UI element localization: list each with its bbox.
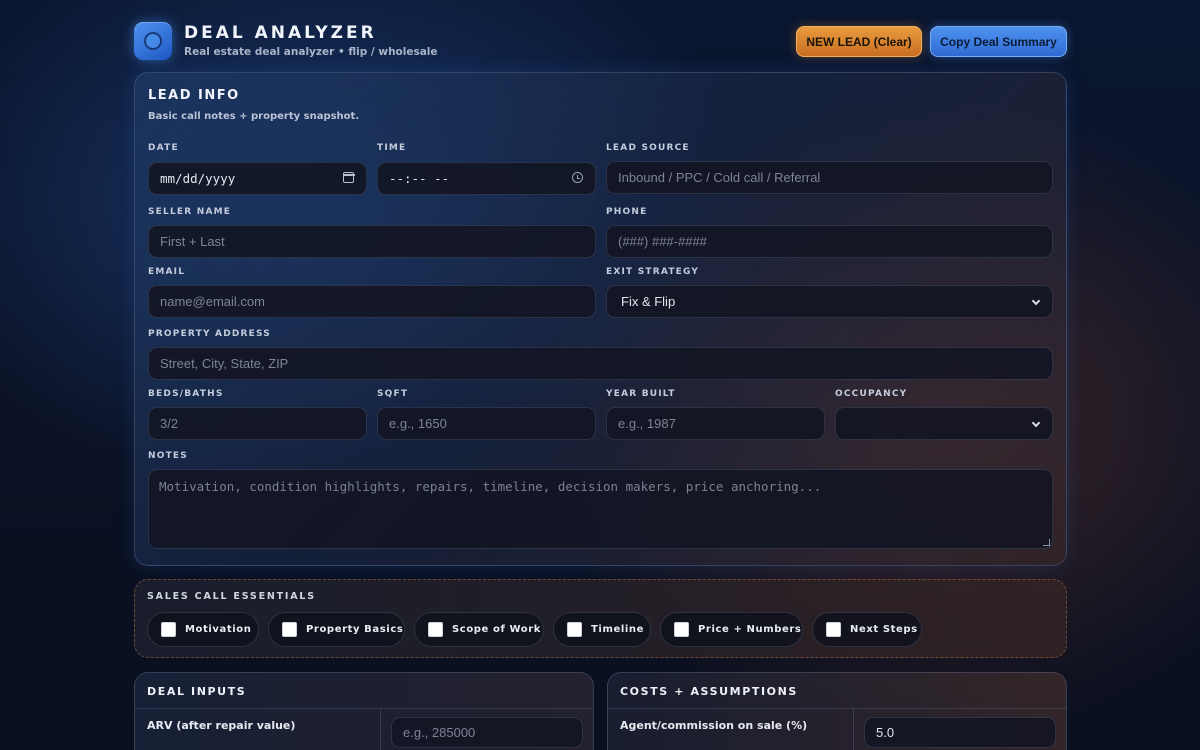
- seller-name-input[interactable]: First + Last: [148, 225, 596, 258]
- commission-label: Agent/commission on sale (%): [620, 719, 808, 732]
- essential-label: Scope of Work: [452, 624, 542, 635]
- year-built-label: YEAR BUILT: [606, 389, 676, 399]
- occupancy-select[interactable]: [835, 407, 1053, 440]
- calendar-icon[interactable]: [342, 172, 355, 183]
- checkbox[interactable]: [674, 622, 689, 637]
- chevron-down-icon: [1031, 418, 1041, 428]
- essential-chip-scope-of-work[interactable]: Scope of Work: [414, 612, 544, 647]
- sales-call-essentials-panel: SALES CALL ESSENTIALS Motivation Propert…: [134, 579, 1067, 658]
- lead-info-card: LEAD INFO Basic call notes + property sn…: [134, 72, 1067, 566]
- property-address-input[interactable]: Street, City, State, ZIP: [148, 347, 1053, 380]
- lead-source-input[interactable]: Inbound / PPC / Cold call / Referral: [606, 161, 1053, 194]
- essentials-title: SALES CALL ESSENTIALS: [147, 591, 316, 602]
- beds-baths-label: BEDS/BATHS: [148, 389, 224, 399]
- costs-assumptions-panel: COSTS + ASSUMPTIONS Agent/commission on …: [607, 672, 1067, 750]
- phone-label: PHONE: [606, 207, 648, 217]
- essential-label: Timeline: [591, 624, 645, 635]
- app-title: DEAL ANALYZER: [184, 23, 377, 43]
- checkbox[interactable]: [826, 622, 841, 637]
- sqft-label: SQFT: [377, 389, 409, 399]
- resize-grip-icon[interactable]: [1043, 539, 1050, 546]
- phone-input[interactable]: (###) ###-####: [606, 225, 1053, 258]
- lead-source-label: LEAD SOURCE: [606, 143, 690, 153]
- email-label: EMAIL: [148, 267, 186, 277]
- deal-inputs-panel: DEAL INPUTS ARV (after repair value) e.g…: [134, 672, 594, 750]
- commission-input[interactable]: 5.0: [864, 717, 1056, 748]
- essential-label: Property Basics: [306, 624, 404, 635]
- date-input[interactable]: mm/dd/yyyy: [148, 162, 367, 195]
- essential-label: Next Steps: [850, 624, 918, 635]
- exit-strategy-select[interactable]: Fix & Flip: [606, 285, 1053, 318]
- exit-strategy-value: Fix & Flip: [621, 294, 676, 309]
- notes-label: NOTES: [148, 451, 188, 461]
- time-label: TIME: [377, 143, 407, 153]
- essential-chip-timeline[interactable]: Timeline: [553, 612, 651, 647]
- property-address-label: PROPERTY ADDRESS: [148, 329, 271, 339]
- year-built-input[interactable]: e.g., 1987: [606, 407, 825, 440]
- lead-info-title: LEAD INFO: [148, 88, 240, 103]
- time-input[interactable]: --:-- --: [377, 162, 596, 195]
- essential-chip-property-basics[interactable]: Property Basics: [268, 612, 405, 647]
- email-input[interactable]: name@email.com: [148, 285, 596, 318]
- checkbox[interactable]: [567, 622, 582, 637]
- time-value: --:-- --: [389, 171, 450, 186]
- costs-assumptions-title: COSTS + ASSUMPTIONS: [620, 685, 798, 698]
- arv-input[interactable]: e.g., 285000: [391, 717, 583, 748]
- beds-baths-input[interactable]: 3/2: [148, 407, 367, 440]
- seller-name-label: SELLER NAME: [148, 207, 232, 217]
- deal-inputs-header: DEAL INPUTS: [135, 673, 593, 709]
- column-divider: [853, 709, 854, 750]
- sqft-input[interactable]: e.g., 1650: [377, 407, 596, 440]
- exit-strategy-label: EXIT STRATEGY: [606, 267, 700, 277]
- occupancy-label: OCCUPANCY: [835, 389, 908, 399]
- app-subtitle: Real estate deal analyzer • flip / whole…: [184, 46, 438, 58]
- column-divider: [380, 709, 381, 750]
- app-logo-icon: [134, 22, 172, 60]
- checkbox[interactable]: [428, 622, 443, 637]
- new-lead-button[interactable]: NEW LEAD (Clear): [796, 26, 922, 57]
- costs-assumptions-header: COSTS + ASSUMPTIONS: [608, 673, 1066, 709]
- copy-deal-summary-button[interactable]: Copy Deal Summary: [930, 26, 1067, 57]
- lead-info-subtitle: Basic call notes + property snapshot.: [148, 111, 360, 122]
- chevron-down-icon: [1031, 296, 1041, 306]
- date-value: mm/dd/yyyy: [160, 171, 236, 186]
- app-header: DEAL ANALYZER Real estate deal analyzer …: [134, 20, 1067, 62]
- essential-label: Motivation: [185, 624, 252, 635]
- essential-chip-motivation[interactable]: Motivation: [147, 612, 259, 647]
- deal-inputs-title: DEAL INPUTS: [147, 685, 247, 698]
- checkbox[interactable]: [282, 622, 297, 637]
- checkbox[interactable]: [161, 622, 176, 637]
- arv-label: ARV (after repair value): [147, 719, 296, 732]
- essential-label: Price + Numbers: [698, 624, 802, 635]
- clock-icon[interactable]: [572, 172, 583, 183]
- date-label: DATE: [148, 143, 179, 153]
- essential-chip-next-steps[interactable]: Next Steps: [812, 612, 922, 647]
- essential-chip-price-numbers[interactable]: Price + Numbers: [660, 612, 803, 647]
- notes-textarea[interactable]: [148, 469, 1053, 549]
